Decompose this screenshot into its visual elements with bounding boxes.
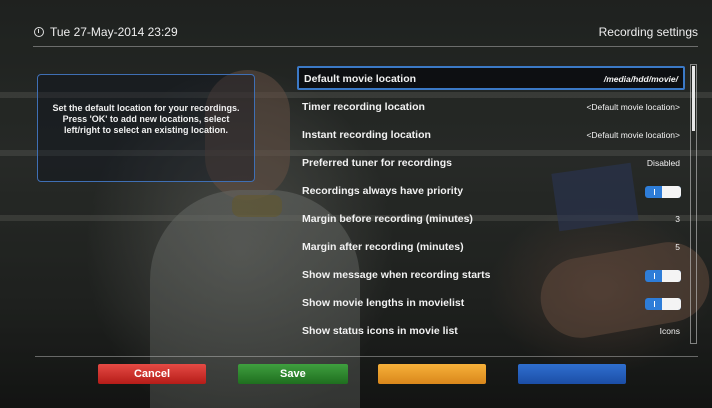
setting-value: /media/hdd/movie/ bbox=[603, 74, 678, 84]
setting-row[interactable]: Show message when recording starts bbox=[297, 262, 685, 290]
settings-list[interactable]: Default movie location/media/hdd/movie/T… bbox=[297, 66, 685, 346]
setting-row[interactable]: Show movie lengths in movielist bbox=[297, 290, 685, 318]
toggle-knob bbox=[662, 186, 681, 198]
help-text: Set the default location for your record… bbox=[52, 103, 240, 135]
setting-row[interactable]: Timer recording location <Default movie l… bbox=[297, 94, 685, 122]
cancel-button[interactable]: Cancel bbox=[98, 364, 206, 384]
yellow-button[interactable] bbox=[378, 364, 486, 384]
setting-row[interactable]: Default movie location/media/hdd/movie/ bbox=[297, 66, 685, 90]
save-button[interactable]: Save bbox=[238, 364, 348, 384]
setting-label: Preferred tuner for recordings bbox=[302, 157, 452, 169]
toggle-knob bbox=[662, 270, 681, 282]
datetime: Tue 27-May-2014 23:29 bbox=[50, 25, 178, 39]
toggle-on-mark bbox=[654, 301, 655, 307]
setting-row[interactable]: Show status icons in movie list Icons bbox=[297, 318, 685, 346]
setting-label: Margin before recording (minutes) bbox=[302, 213, 473, 225]
setting-value: 3 bbox=[675, 214, 680, 224]
setting-row[interactable]: Preferred tuner for recordings Disabled bbox=[297, 150, 685, 178]
setting-label: Default movie location bbox=[304, 73, 417, 85]
toggle-switch[interactable] bbox=[645, 186, 681, 198]
toggle-knob bbox=[662, 298, 681, 310]
setting-label: Show message when recording starts bbox=[302, 269, 491, 281]
setting-value: 5 bbox=[675, 242, 680, 252]
setting-value: Disabled bbox=[646, 158, 680, 168]
setting-value: <Default movie location> bbox=[586, 102, 680, 112]
setting-label: Recordings always have priority bbox=[302, 185, 464, 197]
setting-value: Icons bbox=[659, 326, 680, 336]
help-box: Set the default location for your record… bbox=[37, 74, 255, 182]
setting-row[interactable]: Margin after recording (minutes) 5 bbox=[297, 234, 685, 262]
setting-row[interactable]: Instant recording location <Default movie… bbox=[297, 122, 685, 150]
setting-row[interactable]: Recordings always have priority bbox=[297, 178, 685, 206]
scrollbar-thumb[interactable] bbox=[692, 66, 695, 131]
screen-title: Recording settings bbox=[598, 25, 698, 39]
setting-label: Timer recording location bbox=[302, 101, 425, 113]
toggle-switch[interactable] bbox=[645, 298, 681, 310]
setting-label: Margin after recording (minutes) bbox=[302, 241, 464, 253]
setting-row[interactable]: Margin before recording (minutes) 3 bbox=[297, 206, 685, 234]
toggle-switch[interactable] bbox=[645, 270, 681, 282]
setting-value: <Default movie location> bbox=[586, 130, 680, 140]
toggle-on-mark bbox=[654, 273, 655, 279]
scrollbar[interactable] bbox=[690, 64, 697, 344]
clock-icon bbox=[34, 27, 44, 37]
toggle-on-mark bbox=[654, 189, 655, 195]
setting-label: Instant recording location bbox=[302, 129, 431, 141]
blue-button[interactable] bbox=[518, 364, 626, 384]
setting-label: Show status icons in movie list bbox=[302, 325, 458, 337]
footer-divider bbox=[35, 356, 698, 357]
setting-label: Show movie lengths in movielist bbox=[302, 297, 465, 309]
header-bar: Tue 27-May-2014 23:29 Recording settings bbox=[33, 22, 698, 47]
